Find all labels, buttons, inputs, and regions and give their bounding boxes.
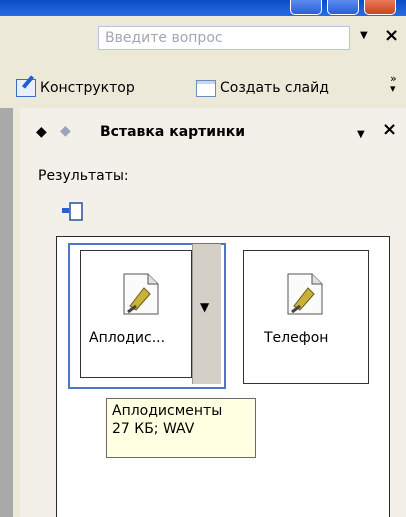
toolbar-overflow-glyph: » [390,72,397,85]
result-item-menu-button[interactable] [192,244,221,384]
results-label: Результаты: [38,168,129,184]
result-item-phone[interactable] [243,250,369,384]
back-arrow-icon[interactable]: ◆ [36,124,47,140]
new-slide-icon [196,79,216,97]
toolbar-overflow-icon[interactable]: » ▾ [390,72,397,94]
task-pane-title: Вставка картинки [100,124,246,140]
new-slide-button[interactable]: Создать слайд [196,76,329,100]
result-item-label: Телефон [264,330,329,346]
sound-file-icon [123,273,159,315]
result-item-dropdown-arrow-icon: ▼ [200,300,210,314]
left-divider-strip [0,108,13,517]
sound-file-icon [287,273,323,315]
minimize-button[interactable] [290,0,322,15]
forward-arrow-icon[interactable]: ◆ [60,123,71,139]
tooltip-name: Аплодисменты [112,403,223,419]
maximize-button[interactable] [327,0,359,15]
help-dropdown-arrow-icon[interactable]: ▼ [360,30,368,41]
document-close-icon[interactable]: × [384,25,399,46]
task-pane-menu-arrow-icon[interactable]: ▼ [357,129,365,140]
clip-tooltip: Аплодисменты 27 КБ; WAV [106,398,256,458]
designer-button[interactable]: Конструктор [16,76,135,100]
window-close-button[interactable] [364,0,396,15]
insert-clip-icon[interactable] [60,201,86,223]
help-question-input[interactable]: Введите вопрос [98,26,350,50]
tooltip-details: 27 КБ; WAV [112,421,195,437]
result-item-label: Аплодис... [89,330,166,346]
designer-icon [16,79,36,97]
task-pane-close-icon[interactable]: × [382,119,397,140]
designer-label: Конструктор [40,80,135,96]
help-question-placeholder: Введите вопрос [105,30,223,46]
new-slide-label: Создать слайд [220,80,329,96]
